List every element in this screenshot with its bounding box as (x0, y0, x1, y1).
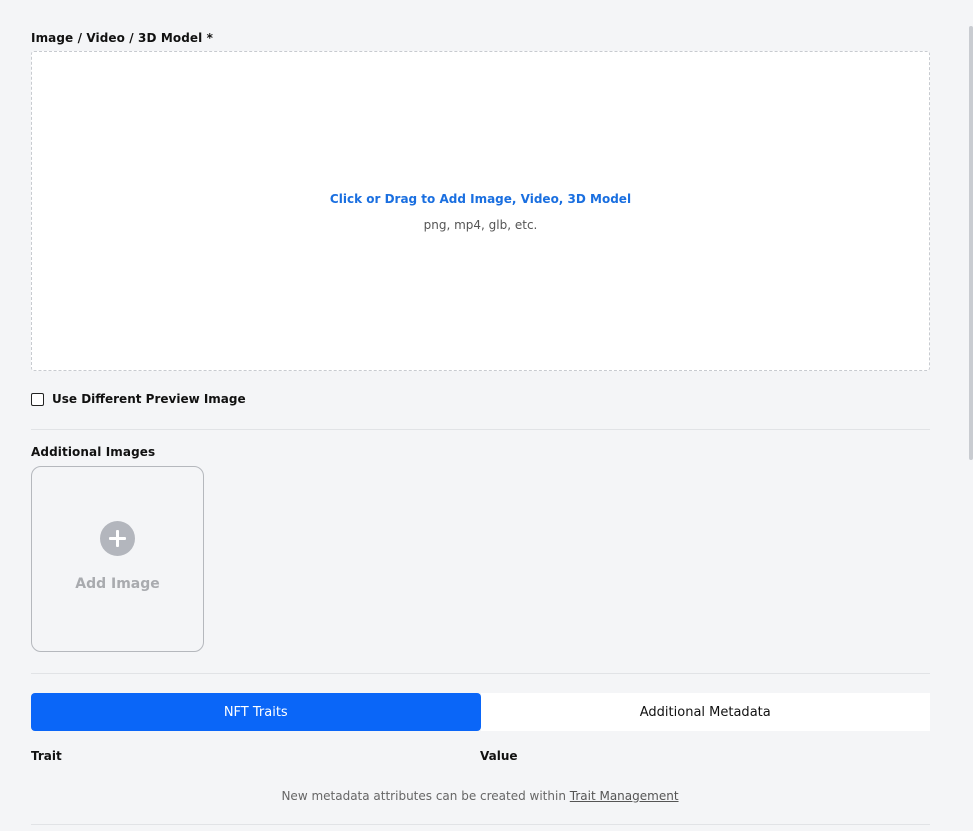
trait-management-note-text: New metadata attributes can be created w… (281, 789, 566, 803)
dropzone-formats: png, mp4, glb, etc. (423, 218, 538, 232)
section-divider (31, 429, 930, 430)
tab-additional-metadata[interactable]: Additional Metadata (480, 693, 930, 731)
add-image-button[interactable]: Add Image (31, 466, 204, 652)
metadata-tabs: NFT Traits Additional Metadata (31, 693, 930, 731)
section-divider (31, 673, 930, 674)
trait-management-link[interactable]: Trait Management (570, 789, 679, 803)
trait-column-header: Trait (31, 749, 62, 763)
dropzone-title[interactable]: Click or Drag to Add Image, Video, 3D Mo… (32, 192, 929, 206)
page: Image / Video / 3D Model * Click or Drag… (0, 0, 973, 831)
section-divider (31, 824, 930, 825)
additional-images-label: Additional Images (31, 445, 156, 459)
preview-image-checkbox-row[interactable]: Use Different Preview Image (31, 392, 246, 406)
preview-image-checkbox-label[interactable]: Use Different Preview Image (52, 392, 246, 406)
scrollbar[interactable] (969, 26, 973, 460)
preview-image-checkbox[interactable] (31, 392, 44, 406)
tab-nft-traits[interactable]: NFT Traits (31, 693, 481, 731)
media-dropzone[interactable]: Click or Drag to Add Image, Video, 3D Mo… (31, 51, 930, 371)
value-column-header: Value (480, 749, 518, 763)
add-image-label: Add Image (75, 576, 160, 592)
trait-management-note: New metadata attributes can be created w… (0, 789, 960, 803)
media-field-label: Image / Video / 3D Model * (31, 31, 214, 45)
plus-circle-icon (100, 521, 135, 556)
